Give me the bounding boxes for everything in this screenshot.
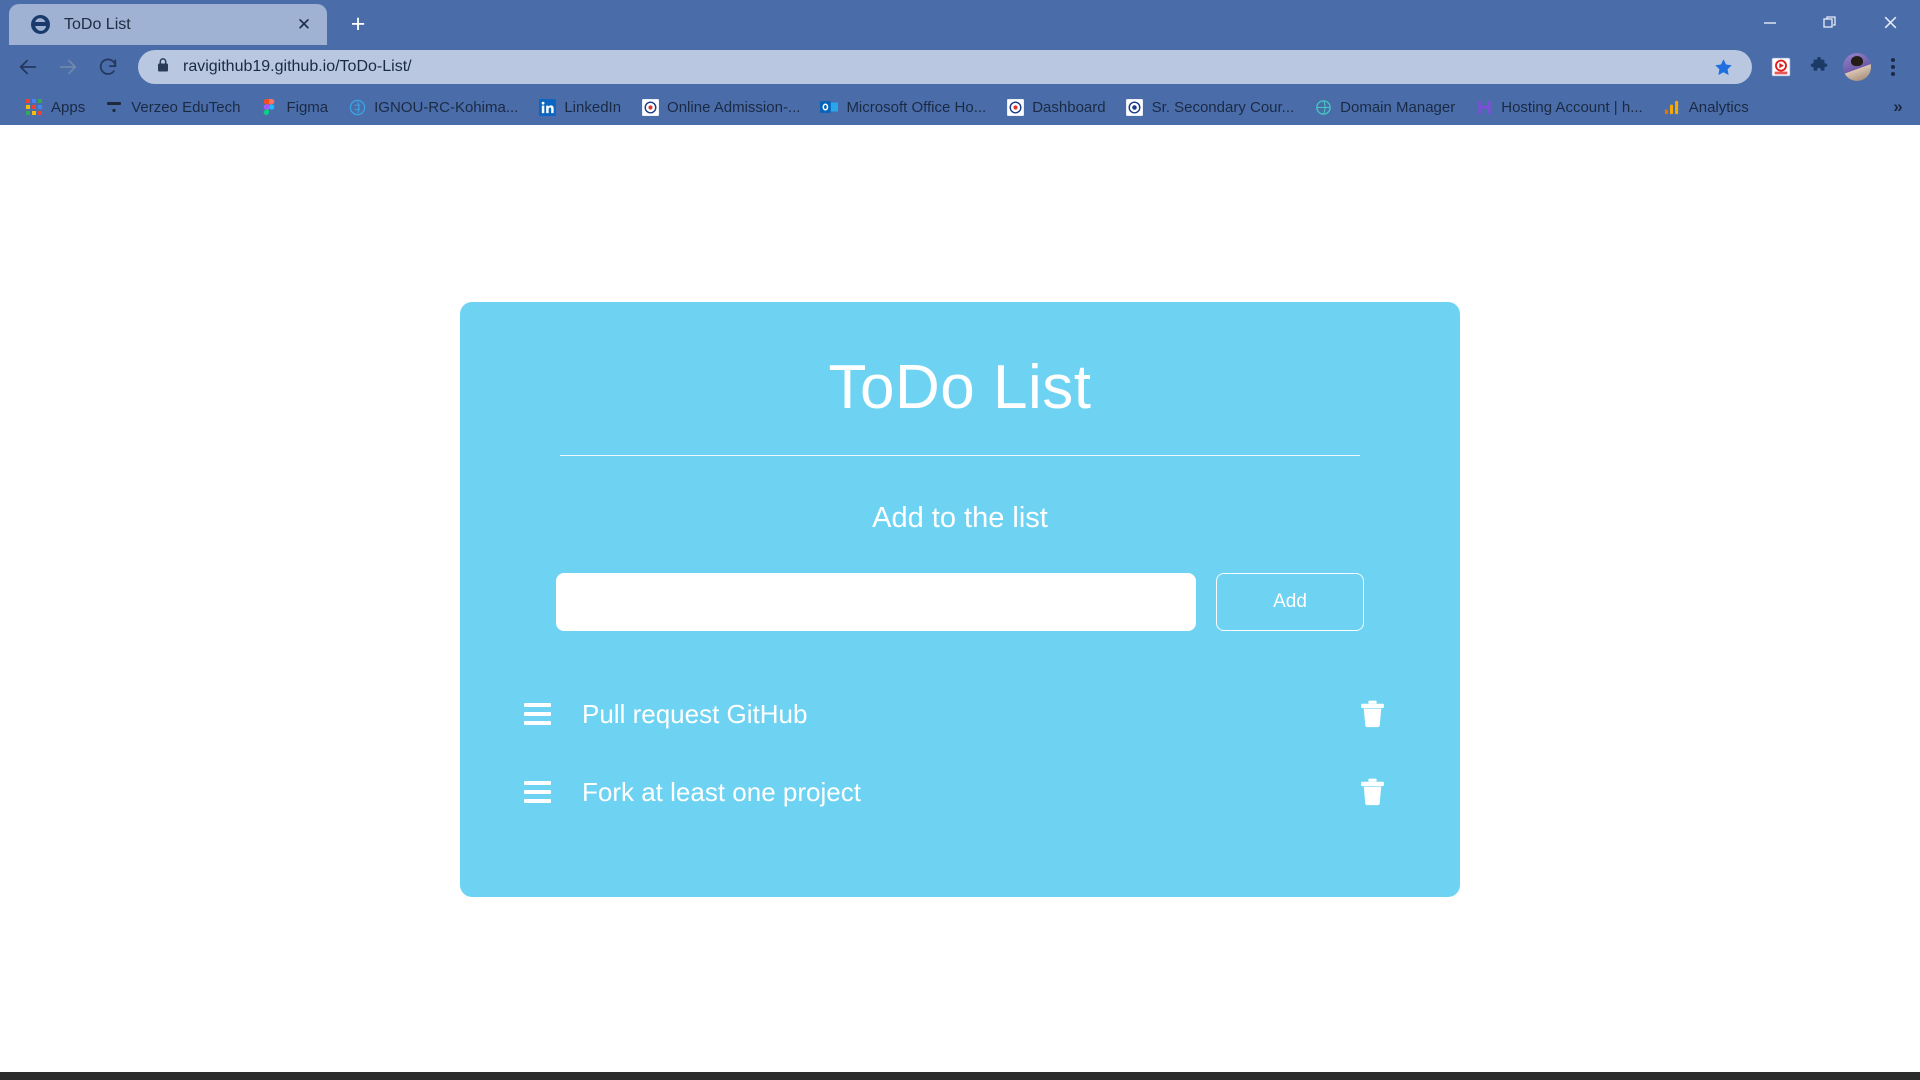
outlook-icon bbox=[820, 98, 839, 116]
course-icon bbox=[1126, 98, 1144, 116]
bookmark-label: Microsoft Office Ho... bbox=[846, 98, 987, 116]
tab-title: ToDo List bbox=[64, 15, 131, 33]
bookmark-ignou-rc-kohima[interactable]: IGNOU-RC-Kohima... bbox=[339, 93, 527, 121]
minimize-icon[interactable] bbox=[1740, 0, 1800, 45]
url-text[interactable]: ravigithub19.github.io/ToDo-List/ bbox=[183, 58, 1695, 76]
bookmark-label: IGNOU-RC-Kohima... bbox=[374, 98, 519, 116]
trash-icon[interactable] bbox=[1352, 694, 1392, 734]
bookmark-label: Hosting Account | h... bbox=[1501, 98, 1643, 116]
bookmark-label: Figma bbox=[286, 98, 329, 116]
todo-card: ToDo List Add to the list Add Pull reque… bbox=[460, 302, 1460, 897]
bookmark-label: Sr. Secondary Cour... bbox=[1151, 98, 1295, 116]
bookmark-analytics[interactable]: Analytics bbox=[1654, 93, 1758, 121]
three-dot-menu-icon[interactable] bbox=[1878, 50, 1908, 84]
hosting-icon bbox=[1475, 98, 1493, 116]
bookmark-hosting-account[interactable]: Hosting Account | h... bbox=[1466, 93, 1651, 121]
admission-icon bbox=[641, 98, 659, 116]
todo-items-list: Pull request GitHub Fork at least one pr… bbox=[460, 675, 1460, 831]
bookmark-label: Apps bbox=[51, 98, 86, 116]
domain-icon bbox=[1314, 98, 1332, 116]
bookmark-online-admission[interactable]: Online Admission-... bbox=[632, 93, 809, 121]
list-item[interactable]: Pull request GitHub bbox=[500, 675, 1400, 753]
add-task-row: Add bbox=[460, 573, 1460, 631]
restore-icon[interactable] bbox=[1800, 0, 1860, 45]
browser-toolbar: ravigithub19.github.io/ToDo-List/ bbox=[0, 45, 1920, 89]
bookmark-microsoft-office-home[interactable]: Microsoft Office Ho... bbox=[811, 93, 995, 121]
new-tab-button[interactable]: + bbox=[341, 7, 375, 41]
page-title: ToDo List bbox=[828, 353, 1092, 422]
bookmark-domain-manager[interactable]: Domain Manager bbox=[1305, 93, 1464, 121]
forward-icon[interactable] bbox=[50, 49, 86, 85]
trash-icon[interactable] bbox=[1352, 772, 1392, 812]
globe-icon bbox=[31, 15, 50, 34]
tab-strip: ToDo List ✕ + bbox=[0, 0, 1920, 45]
bookmarks-bar: Apps Verzeo EduTech Figma IGNOU-RC-Kohim… bbox=[0, 89, 1920, 125]
dashboard-icon bbox=[1006, 98, 1024, 116]
bookmark-apps[interactable]: Apps bbox=[16, 93, 94, 121]
browser-tab-todo-list[interactable]: ToDo List ✕ bbox=[9, 4, 327, 45]
list-item-label: Pull request GitHub bbox=[582, 698, 808, 729]
bookmark-label: LinkedIn bbox=[564, 98, 622, 116]
linkedin-icon bbox=[538, 98, 556, 116]
bookmark-label: Online Admission-... bbox=[667, 98, 801, 116]
bookmark-verzeo-edutech[interactable]: Verzeo EduTech bbox=[96, 93, 249, 121]
page-viewport: ToDo List Add to the list Add Pull reque… bbox=[0, 125, 1920, 1080]
window-controls bbox=[1740, 0, 1920, 45]
analytics-icon bbox=[1663, 98, 1681, 116]
add-section-label: Add to the list bbox=[872, 502, 1048, 534]
address-bar[interactable]: ravigithub19.github.io/ToDo-List/ bbox=[138, 50, 1752, 84]
back-icon[interactable] bbox=[10, 49, 46, 85]
bookmark-linkedin[interactable]: LinkedIn bbox=[529, 93, 630, 121]
apps-grid-icon bbox=[25, 98, 43, 116]
bookmark-dashboard[interactable]: Dashboard bbox=[997, 93, 1114, 121]
ignou-icon bbox=[348, 98, 366, 116]
add-button[interactable]: Add bbox=[1216, 573, 1364, 631]
star-icon[interactable] bbox=[1708, 52, 1738, 82]
taskbar bbox=[0, 1072, 1920, 1080]
list-item[interactable]: Fork at least one project bbox=[500, 753, 1400, 831]
lock-icon bbox=[156, 57, 170, 78]
puzzle-piece-icon[interactable] bbox=[1802, 50, 1836, 84]
bookmark-figma[interactable]: Figma bbox=[251, 93, 337, 121]
browser-chrome: ToDo List ✕ + ravigithub19.github.io/ToD… bbox=[0, 0, 1920, 125]
close-window-icon[interactable] bbox=[1860, 0, 1920, 45]
figma-icon bbox=[260, 98, 278, 116]
bookmark-label: Verzeo EduTech bbox=[131, 98, 241, 116]
list-item-label: Fork at least one project bbox=[582, 776, 861, 807]
title-divider bbox=[560, 455, 1360, 456]
drag-handle-icon[interactable] bbox=[514, 703, 560, 725]
avatar[interactable] bbox=[1840, 50, 1874, 84]
user-avatar-image bbox=[1843, 53, 1871, 81]
reload-icon[interactable] bbox=[90, 49, 126, 85]
close-icon[interactable]: ✕ bbox=[291, 12, 317, 38]
bookmark-label: Domain Manager bbox=[1340, 98, 1456, 116]
bookmark-label: Analytics bbox=[1688, 98, 1749, 116]
bookmark-sr-secondary-course[interactable]: Sr. Secondary Cour... bbox=[1117, 93, 1304, 121]
extension-icon[interactable] bbox=[1764, 50, 1798, 84]
new-task-input[interactable] bbox=[556, 573, 1196, 631]
bookmarks-overflow-icon[interactable]: » bbox=[1884, 93, 1912, 121]
bookmark-label: Dashboard bbox=[1032, 98, 1106, 116]
verzeo-icon bbox=[105, 98, 123, 116]
drag-handle-icon[interactable] bbox=[514, 781, 560, 803]
